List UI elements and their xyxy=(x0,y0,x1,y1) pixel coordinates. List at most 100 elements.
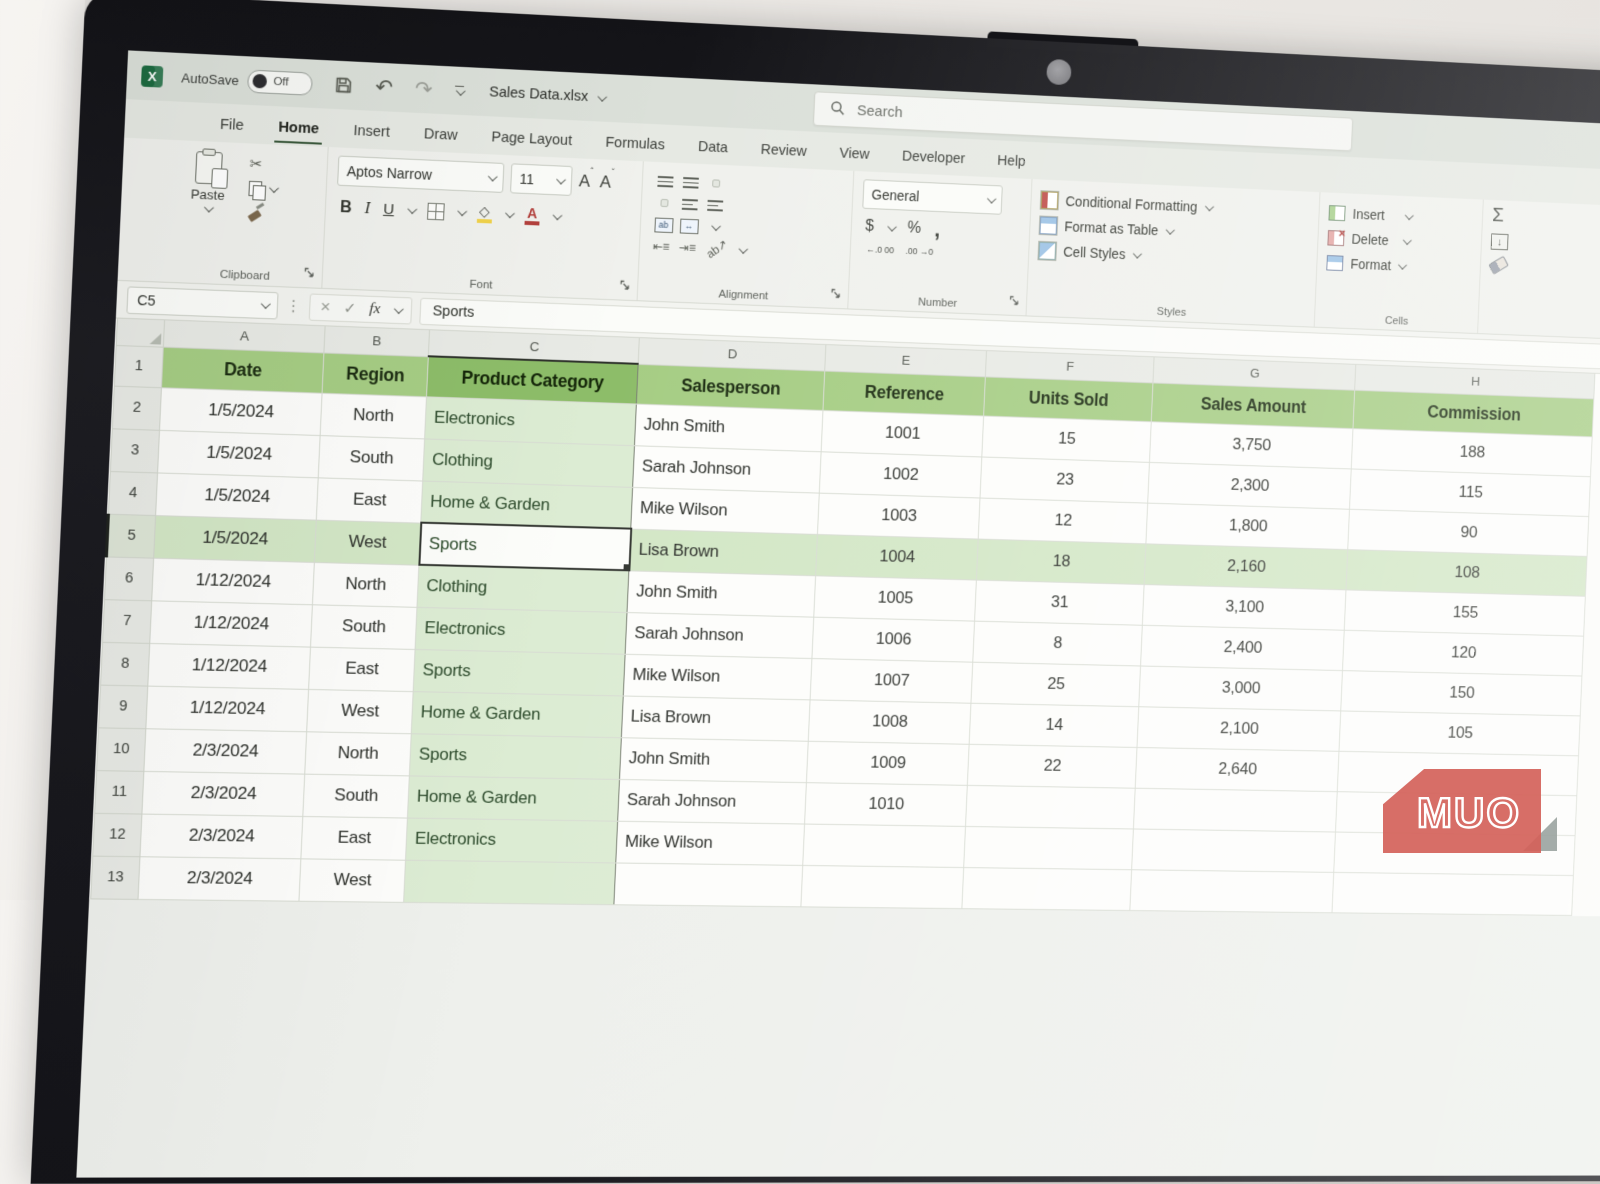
cell-E8[interactable]: 1007 xyxy=(810,658,973,703)
cut-icon[interactable]: ✂ xyxy=(249,155,263,174)
cell-H9[interactable]: 105 xyxy=(1339,710,1580,755)
tab-home[interactable]: Home xyxy=(262,112,335,148)
cell-G4[interactable]: 1,800 xyxy=(1146,503,1350,549)
tab-draw[interactable]: Draw xyxy=(408,119,473,154)
row-header-6[interactable]: 6 xyxy=(104,556,153,600)
fill-color-icon[interactable]: ◇ xyxy=(477,204,493,224)
cell-A7[interactable]: 1/12/2024 xyxy=(150,600,313,646)
excel-app-icon[interactable]: X xyxy=(141,65,163,87)
fill-color-chevron-icon[interactable] xyxy=(505,208,515,218)
borders-icon[interactable] xyxy=(427,203,445,221)
cell-F10[interactable]: 22 xyxy=(967,744,1137,788)
row-header-11[interactable]: 11 xyxy=(95,770,144,813)
cell-A2[interactable]: 1/5/2024 xyxy=(160,387,323,435)
cell-F3[interactable]: 23 xyxy=(980,456,1149,502)
cell-F12[interactable] xyxy=(964,826,1134,869)
cell-C7[interactable]: Electronics xyxy=(415,607,627,654)
cell-B4[interactable]: East xyxy=(316,477,422,522)
cell-E5[interactable]: 1004 xyxy=(816,534,979,580)
cell-H4[interactable]: 90 xyxy=(1348,509,1589,556)
cell-G10[interactable]: 2,640 xyxy=(1135,747,1339,791)
cell-F7[interactable]: 8 xyxy=(973,621,1143,666)
font-size-select[interactable]: 11 xyxy=(510,163,573,196)
tab-file[interactable]: File xyxy=(204,109,260,144)
cell-H7[interactable]: 120 xyxy=(1343,630,1584,676)
increase-decimal-icon[interactable]: ←.0 00 xyxy=(866,245,894,256)
cell-A8[interactable]: 1/12/2024 xyxy=(148,643,311,689)
cell-H13[interactable] xyxy=(1332,872,1573,915)
cell-B12[interactable]: East xyxy=(301,816,408,860)
cell-E12[interactable] xyxy=(803,824,966,868)
cell-C4[interactable]: Home & Garden xyxy=(421,481,633,529)
insert-function-icon[interactable]: fx xyxy=(369,300,381,319)
cell-F13[interactable] xyxy=(962,867,1132,910)
cell-B11[interactable]: South xyxy=(303,774,410,818)
cell-F11[interactable] xyxy=(966,785,1136,829)
borders-chevron-icon[interactable] xyxy=(457,206,467,216)
row-header-13[interactable]: 13 xyxy=(91,856,140,899)
cell-D5[interactable]: Lisa Brown xyxy=(629,529,818,576)
italic-button[interactable]: I xyxy=(364,199,370,217)
name-box[interactable]: C5 xyxy=(126,286,278,319)
customize-toolbar-icon[interactable] xyxy=(454,85,463,96)
cell-F2[interactable]: 15 xyxy=(982,415,1151,461)
cell-D2[interactable]: John Smith xyxy=(635,404,823,452)
row-header-9[interactable]: 9 xyxy=(99,685,148,729)
currency-icon[interactable]: $ xyxy=(865,218,874,236)
align-right-icon[interactable] xyxy=(707,199,723,211)
cell-C10[interactable]: Sports xyxy=(409,733,621,779)
tab-data[interactable]: Data xyxy=(683,131,743,165)
cell-B9[interactable]: West xyxy=(307,689,413,733)
undo-icon[interactable]: ↶ xyxy=(375,74,394,100)
clipboard-dialog-launcher-icon[interactable] xyxy=(303,265,315,284)
cell-H6[interactable]: 155 xyxy=(1344,589,1585,635)
tab-page-layout[interactable]: Page Layout xyxy=(476,122,588,159)
cell-B8[interactable]: East xyxy=(309,647,415,692)
cell-B6[interactable]: North xyxy=(312,562,418,607)
cell-E3[interactable]: 1002 xyxy=(819,451,982,497)
cell-D7[interactable]: Sarah Johnson xyxy=(625,612,814,658)
clear-icon[interactable] xyxy=(1488,256,1508,275)
cell-E11[interactable]: 1010 xyxy=(805,782,968,826)
cell-D11[interactable]: Sarah Johnson xyxy=(618,779,807,824)
cell-C11[interactable]: Home & Garden xyxy=(407,775,619,820)
autosave-toggle[interactable]: Off xyxy=(247,69,313,95)
cell-F6[interactable]: 31 xyxy=(975,580,1145,625)
cell-G13[interactable] xyxy=(1130,869,1334,912)
column-header-B[interactable]: B xyxy=(324,326,430,356)
paste-button[interactable]: Paste xyxy=(177,149,236,283)
header-cell-E1[interactable]: Reference xyxy=(823,371,985,416)
cell-G2[interactable]: 3,750 xyxy=(1149,421,1353,468)
header-cell-D1[interactable]: Salesperson xyxy=(636,364,824,410)
decrease-indent-icon[interactable]: ⇤≡ xyxy=(652,239,669,254)
merge-chevron-icon[interactable] xyxy=(711,221,721,231)
cell-C9[interactable]: Home & Garden xyxy=(411,691,623,737)
cell-B7[interactable]: South xyxy=(311,604,417,649)
redo-icon[interactable]: ↷ xyxy=(414,76,433,102)
currency-chevron-icon[interactable] xyxy=(887,221,896,231)
document-title[interactable]: Sales Data.xlsx xyxy=(489,84,604,105)
cell-E13[interactable] xyxy=(801,865,964,908)
cancel-icon[interactable]: × xyxy=(320,297,331,318)
save-icon[interactable] xyxy=(335,76,354,95)
cell-A10[interactable]: 2/3/2024 xyxy=(144,728,307,773)
cell-G11[interactable] xyxy=(1133,788,1337,832)
cell-C6[interactable]: Clothing xyxy=(417,565,629,612)
number-format-select[interactable]: General xyxy=(862,179,1003,215)
tab-review[interactable]: Review xyxy=(745,134,821,169)
cell-A4[interactable]: 1/5/2024 xyxy=(156,472,319,519)
cell-A5[interactable]: 1/5/2024 xyxy=(154,515,317,562)
format-button[interactable]: Format xyxy=(1326,250,1471,281)
cell-E7[interactable]: 1006 xyxy=(812,617,975,662)
align-bottom-icon[interactable] xyxy=(712,179,720,187)
header-cell-F1[interactable]: Units Sold xyxy=(984,376,1153,421)
cell-F4[interactable]: 12 xyxy=(978,498,1147,544)
cell-A3[interactable]: 1/5/2024 xyxy=(158,430,321,478)
cell-H8[interactable]: 150 xyxy=(1341,670,1582,715)
cell-D4[interactable]: Mike Wilson xyxy=(631,487,820,534)
bold-button[interactable]: B xyxy=(340,198,352,217)
comma-style-icon[interactable]: , xyxy=(934,225,940,235)
header-cell-B1[interactable]: Region xyxy=(322,352,428,396)
cell-E9[interactable]: 1008 xyxy=(808,699,971,743)
tab-insert[interactable]: Insert xyxy=(337,115,405,150)
